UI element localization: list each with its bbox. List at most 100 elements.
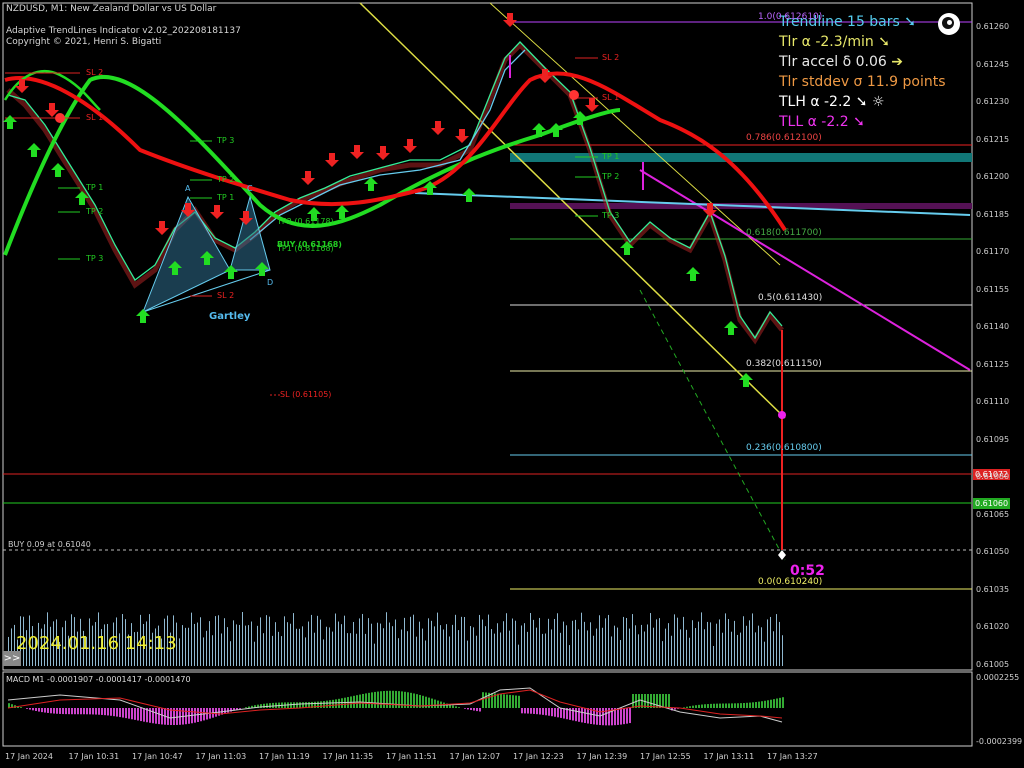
volume-bar (569, 645, 570, 666)
macd-bar (167, 708, 169, 725)
tlr-stddev-readout: Tlr stddev σ 11.9 points (779, 74, 946, 90)
volume-bar (599, 615, 600, 666)
price-axis-label: 0.61140 (976, 322, 1010, 331)
macd-bar (110, 708, 112, 716)
volume-bar (281, 636, 282, 666)
volume-bar (704, 629, 705, 666)
volume-bar (509, 630, 510, 666)
macd-bar (530, 708, 532, 714)
volume-bar (353, 621, 354, 666)
volume-bar (749, 620, 750, 666)
macd-bar (434, 699, 436, 708)
volume-bar (533, 619, 534, 666)
flame-icon: ☼ (871, 94, 885, 110)
time-axis-label: 17 Jan 10:31 (68, 752, 120, 761)
volume-bar (455, 614, 456, 666)
macd-bar (95, 708, 97, 715)
volume-bar (305, 637, 306, 666)
fib-100-label: 1.0(0.612610) (758, 12, 823, 22)
time-axis-label: 17 Jan 12:23 (513, 752, 564, 761)
volume-bar (320, 619, 321, 666)
macd-bar (704, 704, 706, 708)
indicator-copyright: Copyright © 2021, Henri S. Bigatti (6, 37, 162, 47)
macd-bar (653, 694, 655, 708)
volume-bar (683, 616, 684, 666)
sl1-label: SL 1 (86, 113, 104, 122)
fib-786-label: 0.786(0.612100) (746, 133, 822, 143)
macd-bar (695, 705, 697, 708)
macd-bar (368, 692, 370, 708)
macd-bar (458, 707, 460, 708)
volume-bar (266, 615, 267, 666)
macd-bar (56, 708, 58, 714)
macd-bar (155, 708, 157, 724)
price-axis-label: 0.61110 (976, 397, 1010, 406)
macd-bar (776, 698, 778, 708)
macd-bar (302, 702, 304, 708)
sell-arrow-icon (325, 153, 339, 167)
volume-bar (650, 613, 651, 666)
macd-bar (656, 694, 658, 708)
macd-bar (743, 702, 745, 708)
macd-bar (479, 708, 481, 712)
price-axis-label: 0.61080 (976, 472, 1010, 481)
volume-bar (602, 627, 603, 666)
volume-bar (347, 633, 348, 666)
sl2-right-label: SL 2 (602, 53, 620, 62)
volume-bar (260, 617, 261, 666)
macd-bar (752, 702, 754, 708)
macd-bar (497, 693, 499, 708)
volume-bar (197, 622, 198, 666)
macd-bar (617, 708, 619, 725)
macd-axis-top: 0.0002255 (976, 673, 1020, 682)
macd-bar (38, 708, 40, 712)
macd-bar (137, 708, 139, 721)
volume-bar (584, 621, 585, 666)
volume-bar (425, 640, 426, 666)
macd-bar (296, 702, 298, 708)
volume-bar (686, 629, 687, 666)
buy-arrow-icon (686, 267, 700, 281)
macd-bar (323, 701, 325, 708)
fib-618-label: 0.618(0.611700) (746, 228, 822, 238)
volume-bar (518, 644, 519, 666)
expand-button[interactable]: >> (3, 651, 21, 666)
volume-bar (500, 632, 501, 666)
macd-bar (476, 708, 478, 712)
volume-bar (593, 635, 594, 666)
volume-bar (530, 613, 531, 666)
macd-bar (578, 708, 580, 722)
point-c-label: C (247, 184, 253, 193)
volume-bar (209, 621, 210, 666)
volume-bar (776, 614, 777, 666)
volume-bar (563, 621, 564, 666)
volume-bar (617, 627, 618, 666)
sl2-label: SL 2 (86, 68, 104, 77)
volume-bar (428, 618, 429, 666)
volume-bar (641, 624, 642, 666)
arrow-down-right-icon: ➘ (904, 14, 916, 30)
settings-badge-icon[interactable] (938, 13, 960, 35)
macd-bar (725, 703, 727, 708)
volume-bar (302, 626, 303, 666)
sell-arrow-icon (431, 121, 445, 135)
price-axis-label: 0.61260 (976, 22, 1010, 31)
volume-bar (767, 619, 768, 666)
tll-readout: TLL α -2.2 ➘ (779, 114, 865, 130)
volume-bar (620, 640, 621, 666)
price-line-fast (7, 41, 783, 340)
volume-bar (482, 619, 483, 666)
volume-bar (221, 633, 222, 666)
macd-bar (248, 706, 250, 708)
macd-bar (716, 703, 718, 708)
volume-bar (614, 625, 615, 666)
chart-window[interactable]: NZDUSD, M1: New Zealand Dollar vs US Dol… (0, 0, 1024, 768)
yellow-trendline (359, 2, 786, 419)
macd-bar (689, 706, 691, 708)
macd-bar (575, 708, 577, 722)
tp2-mid-label: TP2 (0.61178) (277, 217, 334, 226)
volume-bar (725, 613, 726, 666)
volume-bar (638, 634, 639, 666)
macd-bar (245, 707, 247, 708)
volume-bar (665, 628, 666, 666)
